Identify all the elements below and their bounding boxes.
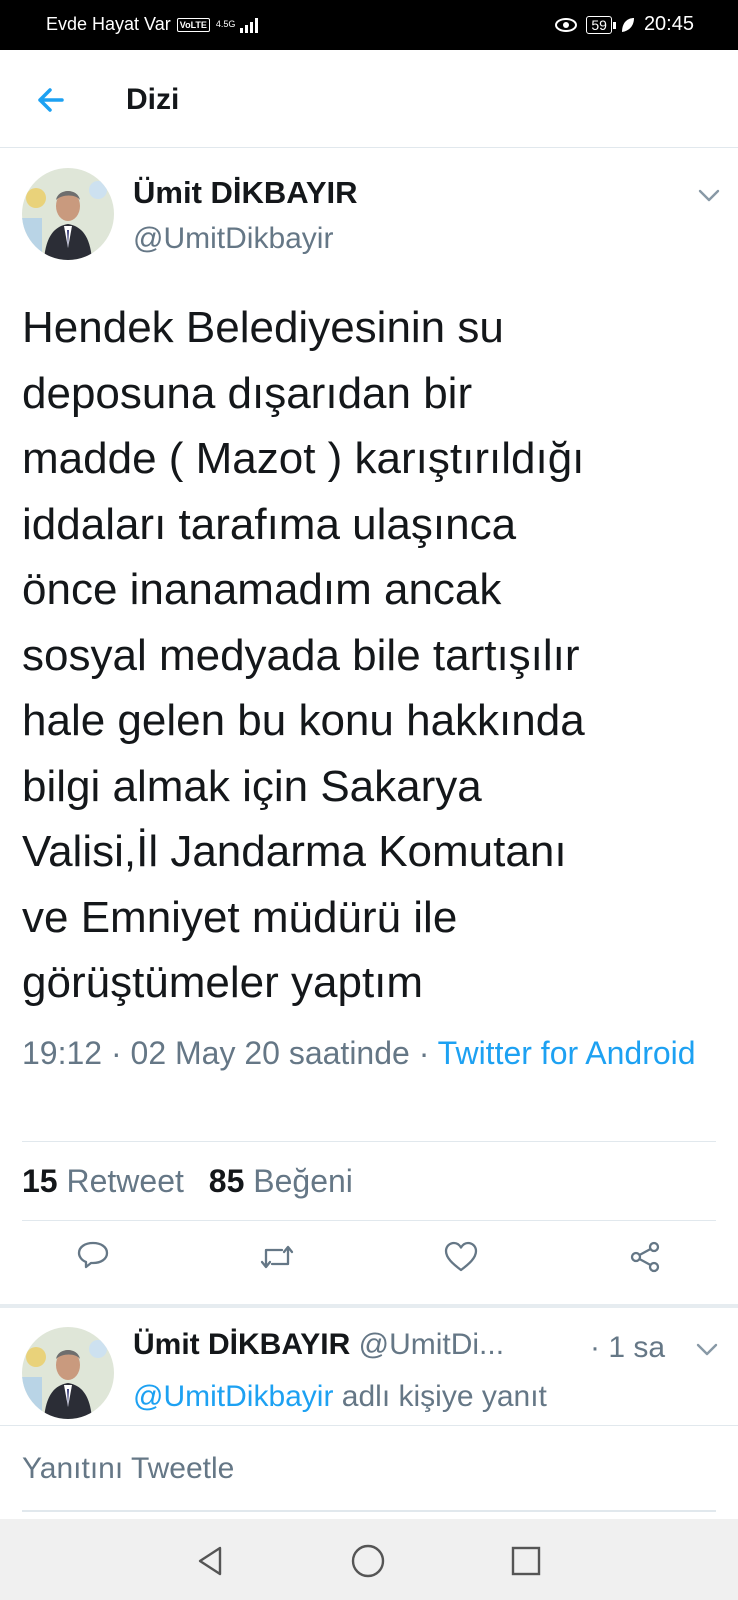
nav-back-button[interactable] (188, 1539, 232, 1583)
nav-back-icon (198, 1546, 222, 1576)
back-arrow-icon (38, 88, 64, 112)
replying-to-suffix: adlı kişiye yanıt (333, 1380, 547, 1413)
tweet-text: Hendek Belediyesinin su deposuna dışarıd… (22, 303, 585, 1007)
back-button[interactable] (30, 80, 70, 120)
reply-composer (0, 1425, 738, 1519)
page-title: Dizi (126, 83, 180, 116)
reply-input[interactable] (22, 1444, 716, 1494)
network-type: 4.5G (215, 19, 236, 29)
share-button[interactable] (620, 1232, 670, 1282)
tweet-stats: 15 Retweet 85 Beğeni (22, 1163, 353, 1200)
author-name[interactable]: Ümit DİKBAYIR (133, 175, 358, 211)
like-icon (444, 1241, 478, 1272)
retweet-button[interactable] (252, 1232, 302, 1282)
status-bar: Evde Hayat Var VoLTE 4.5G 59 20:45 (0, 0, 738, 50)
divider (22, 1141, 716, 1142)
replying-to-handle[interactable]: @UmitDikbayir (133, 1380, 333, 1413)
like-stat[interactable]: 85 Beğeni (209, 1163, 353, 1199)
author-handle[interactable]: @UmitDikbayir (133, 222, 333, 256)
status-right: 59 20:45 (554, 13, 694, 36)
share-icon (630, 1241, 660, 1273)
like-count: 85 (208, 1163, 245, 1199)
retweet-stat[interactable]: 15 Retweet (22, 1163, 184, 1199)
like-button[interactable] (436, 1232, 486, 1282)
carrier-name: Evde Hayat Var (46, 14, 171, 34)
section-separator (0, 1304, 738, 1308)
signal-icon (239, 17, 258, 33)
reply-author-name: Ümit DİKBAYIR (133, 1328, 351, 1361)
retweet-label: Retweet (66, 1163, 184, 1199)
reply-button[interactable] (68, 1232, 118, 1282)
status-left: Evde Hayat Var VoLTE 4.5G (46, 14, 258, 35)
tweet-timestamp: 19:12 · 02 May 20 saatinde · (22, 1035, 438, 1071)
clock: 20:45 (643, 13, 694, 35)
nav-home-button[interactable] (346, 1539, 390, 1583)
battery-indicator: 59 (586, 15, 616, 34)
top-app-bar: Dizi (0, 50, 738, 148)
eye-icon (555, 17, 578, 32)
composer-underline (22, 1510, 716, 1512)
nav-recents-button[interactable] (504, 1539, 548, 1583)
replying-to: @UmitDikbayir adlı kişiye yanıt (133, 1380, 547, 1414)
volte-badge: VoLTE (176, 17, 210, 32)
system-navigation-bar (0, 1519, 738, 1600)
reply-time: · 1 sa (590, 1331, 666, 1364)
chevron-down-icon (698, 189, 720, 202)
retweet-count: 15 (22, 1163, 58, 1199)
tweet-actions (0, 1232, 738, 1292)
reply-options-button[interactable] (694, 1336, 720, 1362)
divider (22, 1220, 716, 1221)
reply-author-avatar[interactable] (22, 1327, 114, 1419)
nav-recents-icon (511, 1546, 541, 1576)
retweet-icon (260, 1245, 294, 1269)
chevron-down-icon (696, 1343, 718, 1356)
like-label: Beğeni (253, 1163, 353, 1199)
tweet-source-link[interactable]: Twitter for Android (438, 1035, 696, 1071)
author-avatar[interactable] (22, 168, 114, 260)
reply-author-handle: @UmitDi... (358, 1328, 505, 1361)
leaf-icon (621, 17, 634, 32)
tweet-meta: 19:12 · 02 May 20 saatinde · Twitter for… (22, 1030, 712, 1077)
nav-home-icon (351, 1544, 385, 1578)
tweet-options-button[interactable] (696, 182, 722, 208)
reply-icon (77, 1241, 109, 1269)
